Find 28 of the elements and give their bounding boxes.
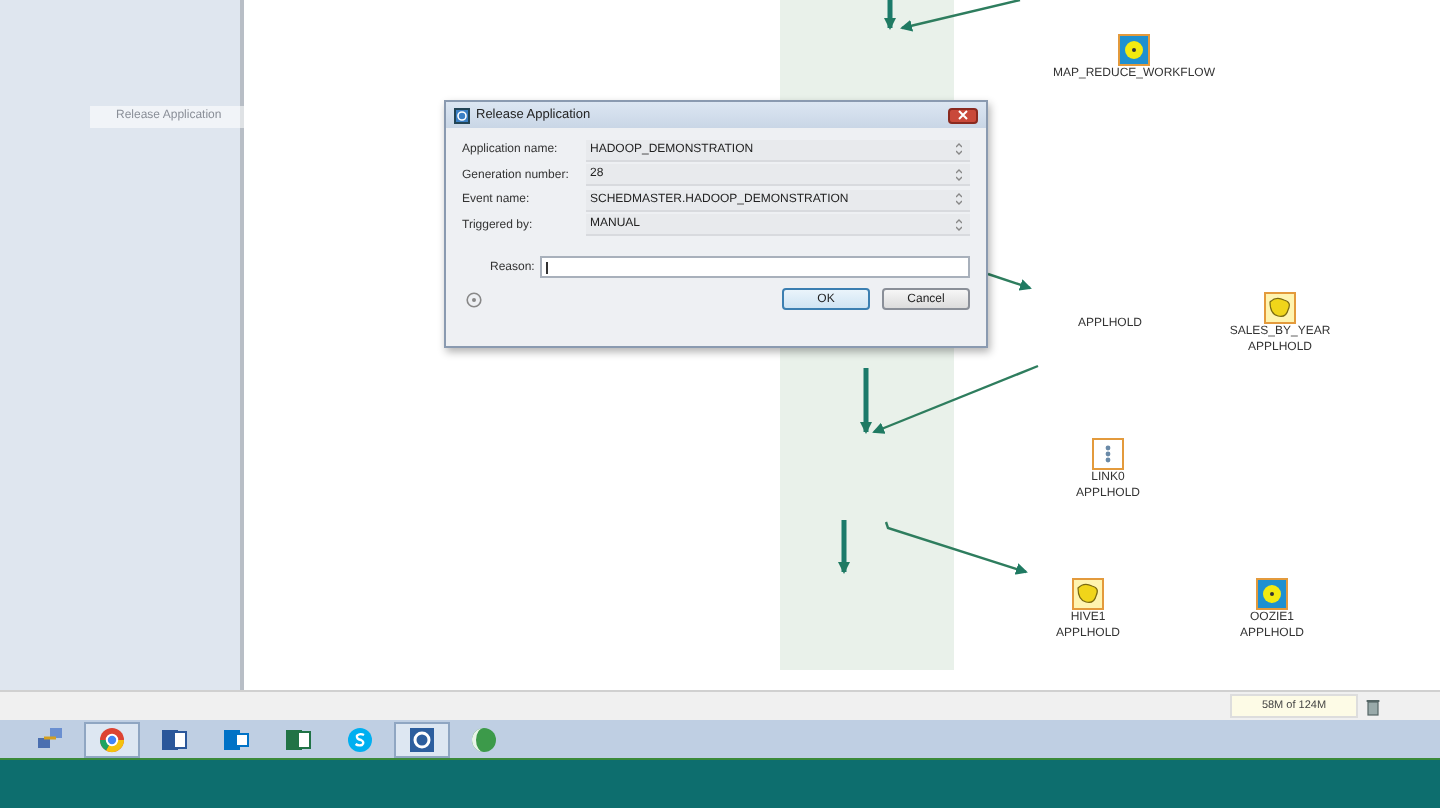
- taskbar-button[interactable]: [84, 721, 140, 757]
- trash-icon[interactable]: [1366, 697, 1380, 715]
- bee-node-icon[interactable]: [1072, 578, 1104, 610]
- connector-arrow: [884, 0, 896, 30]
- connector-arrow: [838, 520, 850, 574]
- word-icon: [160, 725, 188, 753]
- excel-icon: [284, 725, 312, 753]
- skype-icon: [346, 725, 374, 753]
- spinner-icon: [956, 217, 962, 232]
- chrome-icon: [98, 725, 126, 753]
- bee-node-icon[interactable]: [1264, 292, 1296, 324]
- reason-input-field[interactable]: [540, 256, 970, 278]
- oozie-node-icon[interactable]: [1256, 578, 1288, 610]
- oozie-node-icon[interactable]: [1118, 34, 1150, 66]
- spinner-icon: [956, 167, 962, 182]
- link-node-icon[interactable]: [1092, 438, 1124, 470]
- globe-icon: [470, 725, 498, 753]
- connector-arrow: [987, 272, 1032, 291]
- taskbar-button[interactable]: [394, 721, 450, 757]
- spinner-icon: [956, 192, 962, 207]
- close-icon: [958, 110, 968, 120]
- spinner-icon: [956, 142, 962, 157]
- outlook-icon: [222, 725, 250, 753]
- app-icon: [454, 107, 470, 123]
- network-icon: [36, 725, 64, 753]
- connector-arrow: [884, 521, 1028, 575]
- connector-arrow: [900, 0, 1021, 32]
- close-button[interactable]: [948, 107, 978, 123]
